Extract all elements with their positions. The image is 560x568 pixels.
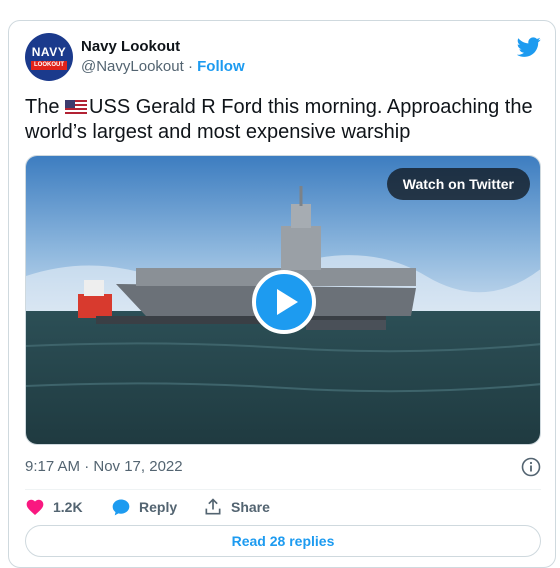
play-button[interactable] [252, 270, 316, 334]
heart-icon [26, 499, 44, 515]
handle-separator: · [183, 58, 198, 75]
author-name[interactable]: Navy Lookout [81, 37, 245, 57]
tweet-header: NAVY LOOKOUT Navy Lookout @NavyLookout ·… [25, 33, 541, 83]
follow-button[interactable]: Follow [197, 58, 245, 75]
twitter-bird-icon[interactable] [517, 35, 541, 59]
reply-bubble-icon [112, 499, 130, 516]
watch-on-twitter-button[interactable]: Watch on Twitter [386, 168, 530, 200]
like-count: 1.2K [53, 499, 83, 515]
info-icon[interactable] [521, 457, 541, 477]
avatar[interactable]: NAVY LOOKOUT [25, 33, 73, 81]
reply-label: Reply [139, 499, 178, 515]
tweet-meta: 9:17 AM · Nov 17, 2022 [25, 457, 541, 477]
us-flag-icon [65, 100, 88, 114]
author-line: @NavyLookout · Follow [81, 57, 245, 77]
share-icon [205, 498, 221, 515]
tweet-text-body: USS Gerald R Ford this morning. Approach… [25, 96, 533, 143]
tweet-text: The USS Gerald R Ford this morning. Appr… [25, 95, 541, 145]
video-media[interactable]: Watch on Twitter [25, 155, 541, 445]
share-button[interactable]: Share [203, 495, 270, 519]
like-button[interactable]: 1.2K [25, 495, 83, 519]
share-label: Share [231, 499, 270, 515]
avatar-band: LOOKOUT [31, 61, 67, 70]
reply-button[interactable]: Reply [111, 495, 177, 519]
author-handle[interactable]: @NavyLookout [81, 58, 184, 75]
avatar-text: NAVY [31, 45, 67, 59]
author-block: Navy Lookout @NavyLookout · Follow [81, 37, 245, 77]
tweet-card: NAVY LOOKOUT Navy Lookout @NavyLookout ·… [8, 20, 556, 568]
tweet-timestamp[interactable]: 9:17 AM · Nov 17, 2022 [25, 458, 183, 475]
play-icon [277, 289, 298, 315]
read-replies-button[interactable]: Read 28 replies [25, 525, 541, 557]
tweet-text-prefix: The [25, 96, 66, 118]
divider [25, 489, 541, 490]
tweet-actions: 1.2K Reply Share [25, 495, 541, 519]
